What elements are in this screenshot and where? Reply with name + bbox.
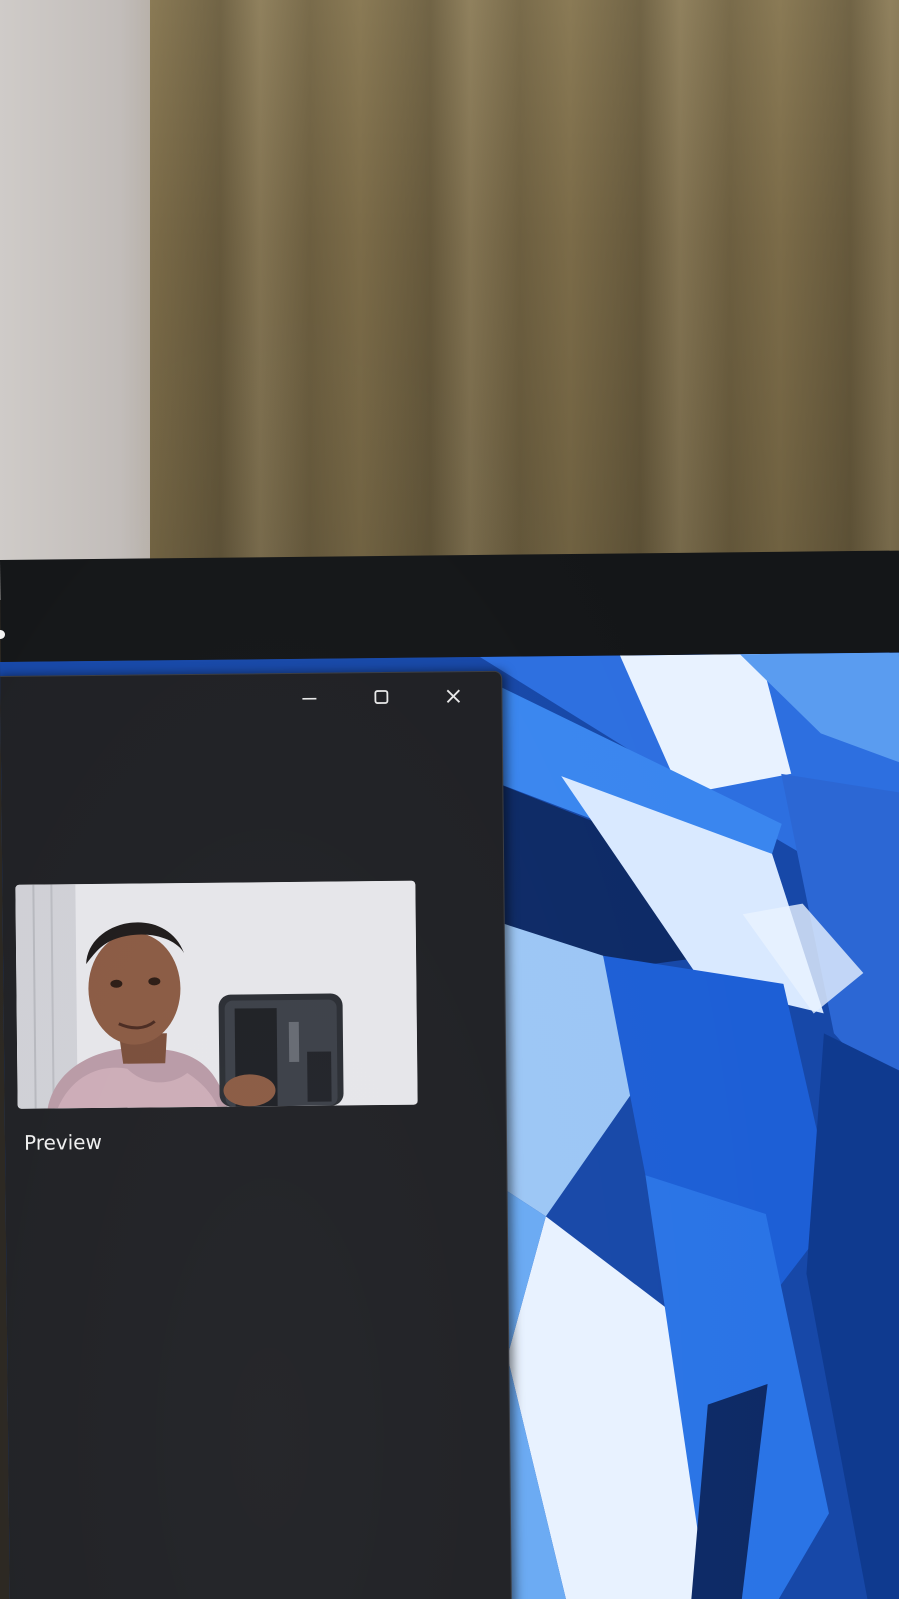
close-button[interactable] [425,678,481,715]
camera-preview-image [15,880,418,1109]
room-curtain [150,0,899,600]
maximize-icon [374,690,389,704]
camera-app-window: Preview [0,670,513,1599]
desktop-screen: Preview [0,652,899,1599]
preview-label: Preview [23,1129,103,1155]
camera-preview[interactable] [15,880,418,1109]
maximize-button[interactable] [353,679,409,716]
photo-of-monitor: Preview [0,0,899,1599]
minimize-icon [302,697,317,700]
close-icon [446,689,461,703]
minimize-button[interactable] [281,679,337,716]
